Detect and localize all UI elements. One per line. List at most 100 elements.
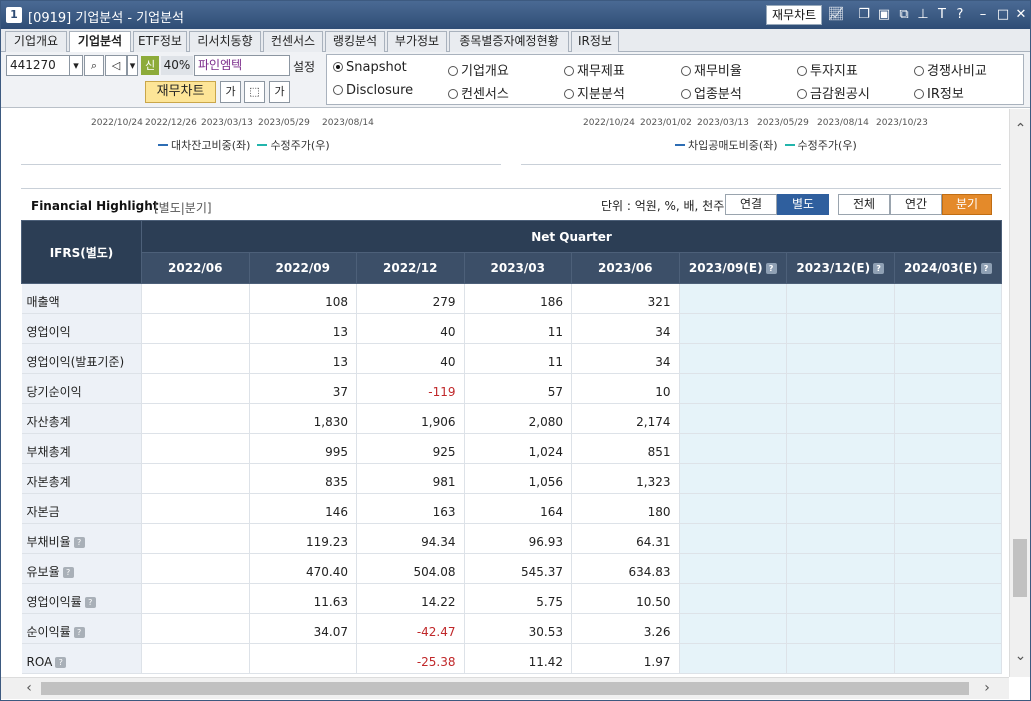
radio-icon: [914, 66, 924, 76]
speaker-dropdown-icon[interactable]: ▾: [127, 55, 138, 76]
table-cell: [679, 553, 787, 584]
radio-investment-index[interactable]: 투자지표: [797, 60, 858, 79]
row-label: 영업이익률?: [21, 583, 142, 614]
link-icon[interactable]: ❐: [855, 6, 873, 24]
radio-snapshot[interactable]: Snapshot: [333, 60, 407, 75]
short-selling-chart: 2022/10/24 2023/01/02 2023/03/13 2023/05…: [521, 109, 1001, 165]
pin-icon[interactable]: ⊥: [914, 6, 932, 24]
table-cell: [679, 643, 787, 674]
chart-icon[interactable]: 📈︎: [827, 6, 845, 24]
horizontal-scrollbar[interactable]: ‹ ›: [1, 677, 1009, 699]
setting-link[interactable]: 설정: [293, 58, 315, 75]
radio-icon: [448, 66, 458, 76]
table-cell: [141, 433, 250, 464]
separate-button[interactable]: 별도: [777, 194, 829, 215]
help-icon[interactable]: ?: [980, 263, 992, 274]
table-cell: [679, 523, 787, 554]
font-size-icon[interactable]: 가: [220, 81, 241, 103]
table-cell: 995: [249, 433, 357, 464]
x-tick-label: 2022/12/26: [145, 118, 197, 128]
quarter-button[interactable]: 분기: [942, 194, 992, 215]
capture-icon[interactable]: ⬚: [244, 81, 265, 103]
radio-overview[interactable]: 기업개요: [448, 60, 509, 79]
table-cell: 1,024: [464, 433, 572, 464]
radio-fss-disclosure[interactable]: 금감원공시: [797, 83, 870, 102]
help-icon[interactable]: ?: [873, 263, 885, 274]
financial-chart-title-button[interactable]: 재무차트: [766, 5, 823, 25]
font-adjust-icon[interactable]: 가: [269, 81, 290, 103]
help-icon[interactable]: ?: [55, 656, 67, 668]
tab-research[interactable]: 리서치동향: [189, 31, 261, 52]
content-area: 2022/10/24 2022/12/26 2023/03/13 2023/05…: [1, 109, 1009, 677]
row-label: 유보율?: [21, 553, 142, 584]
table-cell: [141, 463, 250, 494]
table-cell: 504.08: [356, 553, 465, 584]
table-cell: 30.53: [464, 613, 572, 644]
code-dropdown-icon[interactable]: ▾: [69, 55, 83, 76]
close-icon[interactable]: ✕: [1012, 6, 1030, 24]
help-icon[interactable]: ?: [73, 627, 85, 638]
tab-etf-info[interactable]: ETF정보: [133, 31, 187, 52]
x-tick-label: 2022/10/24: [583, 118, 635, 128]
radio-financial-ratio[interactable]: 재무비율: [681, 60, 742, 79]
period-header: 2022/06: [141, 252, 250, 284]
stock-code-input[interactable]: 441270: [6, 55, 70, 76]
company-name[interactable]: 파인엠텍: [194, 55, 290, 76]
tab-ranking[interactable]: 랭킹분석: [325, 31, 385, 52]
radio-disclosure[interactable]: Disclosure: [333, 83, 413, 98]
chart-legend: 차입공매도비중(좌) 수정주가(우): [675, 137, 857, 153]
font-icon[interactable]: T: [933, 6, 951, 24]
table-cell: 10: [571, 373, 680, 404]
table-cell: [679, 343, 787, 374]
radio-competitor[interactable]: 경쟁사비교: [914, 60, 987, 79]
search-icon[interactable]: ⌕: [84, 55, 104, 76]
row-label: 자산총계: [21, 403, 142, 434]
radio-consensus[interactable]: 컨센서스: [448, 83, 509, 102]
maximize-icon[interactable]: □: [994, 6, 1012, 24]
all-period-button[interactable]: 전체: [838, 194, 890, 215]
table-cell: 1,323: [571, 463, 680, 494]
scroll-left-icon[interactable]: ‹: [19, 678, 39, 699]
scroll-right-icon[interactable]: ›: [977, 678, 997, 699]
table-cell: 1,056: [464, 463, 572, 494]
table-row: 영업이익률? 11.63 14.22 5.75 10.50: [21, 583, 1003, 614]
annual-button[interactable]: 연간: [890, 194, 942, 215]
table-cell: [894, 313, 1003, 344]
x-tick-label: 2023/08/14: [322, 118, 374, 128]
tab-capital-increase[interactable]: 종목별증자예정현황: [449, 31, 569, 52]
period-header: 2023/09(E)?: [678, 252, 787, 284]
table-cell: [786, 643, 895, 674]
help-icon[interactable]: ?: [73, 537, 85, 548]
copy-window-icon[interactable]: ⧉: [895, 6, 913, 24]
consolidated-button[interactable]: 연결: [725, 194, 777, 215]
financial-chart-button[interactable]: 재무차트: [145, 81, 216, 103]
screen-icon[interactable]: ▣: [875, 6, 893, 24]
help-icon[interactable]: ?: [84, 597, 96, 608]
table-row: 매출액 108 279 186 321: [21, 283, 1003, 314]
radio-financial-statements[interactable]: 재무제표: [564, 60, 625, 79]
radio-ir-info[interactable]: IR정보: [914, 83, 964, 102]
radio-ownership[interactable]: 지분분석: [564, 83, 625, 102]
vertical-scroll-thumb[interactable]: [1013, 539, 1027, 597]
tab-consensus[interactable]: 컨센서스: [263, 31, 323, 52]
scroll-up-icon[interactable]: ⌃: [1010, 119, 1030, 139]
tab-ir-info[interactable]: IR정보: [571, 31, 619, 52]
tab-company-overview[interactable]: 기업개요: [5, 31, 67, 52]
help-icon[interactable]: ?: [765, 263, 777, 274]
tab-additional-info[interactable]: 부가정보: [387, 31, 447, 52]
x-tick-label: 2023/01/02: [640, 118, 692, 128]
title-bar: 1 [0919] 기업분석 - 기업분석 재무차트 📈︎ ❐ ▣ ⧉ ⊥ T ?…: [1, 1, 1030, 29]
table-cell: [141, 343, 250, 374]
vertical-scrollbar[interactable]: ⌃ ⌄: [1009, 109, 1030, 677]
minimize-icon[interactable]: –: [974, 6, 992, 24]
table-cell: [141, 613, 250, 644]
table-cell: 981: [356, 463, 465, 494]
tab-company-analysis[interactable]: 기업분석: [69, 31, 131, 53]
help-icon[interactable]: ?: [62, 567, 74, 578]
table-cell: [141, 403, 250, 434]
radio-industry[interactable]: 업종분석: [681, 83, 742, 102]
horizontal-scroll-thumb[interactable]: [41, 682, 969, 695]
speaker-icon[interactable]: ◁: [105, 55, 127, 76]
help-icon[interactable]: ?: [951, 6, 969, 24]
scroll-down-icon[interactable]: ⌄: [1010, 646, 1030, 666]
